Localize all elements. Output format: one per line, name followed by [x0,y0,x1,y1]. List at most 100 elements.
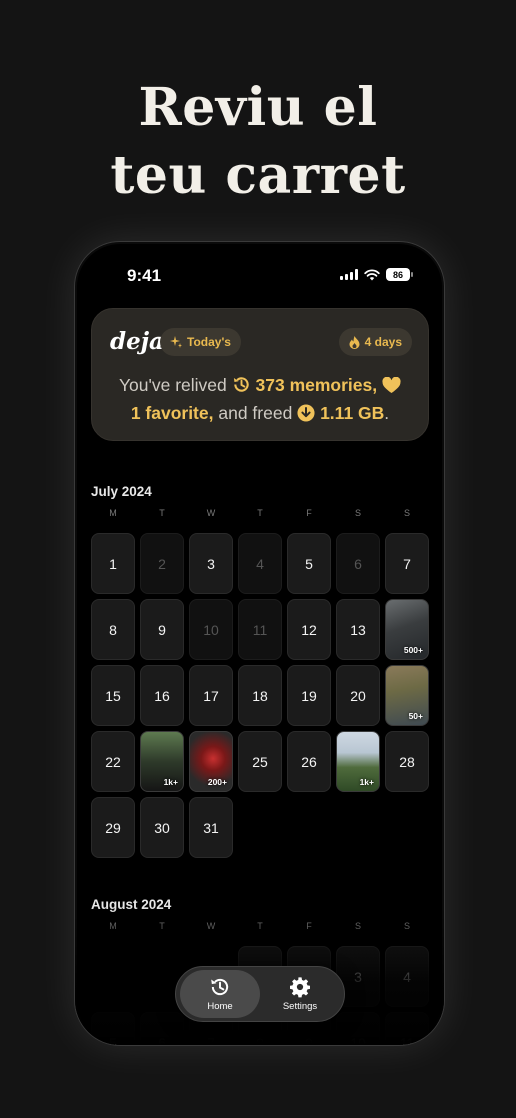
weekday-label: W [206,921,216,931]
calendar-day[interactable]: 15 [91,665,135,726]
calendar-day[interactable]: 11 [385,1012,429,1045]
day-number: 2 [158,555,166,572]
day-number: 26 [301,753,317,770]
download-icon [297,404,315,422]
calendar-day[interactable]: 19 [287,665,331,726]
weekday-label: S [403,508,410,518]
photo-count-badge: 500+ [403,645,423,655]
headline-line2: teu carret [110,145,406,206]
calendar-day[interactable]: 10 [336,1012,380,1046]
day-number: 8 [109,621,117,638]
calendar-day[interactable]: 1 [91,533,135,594]
history-icon [211,978,229,996]
tab-settings[interactable]: Settings [260,970,340,1018]
battery-icon: 86 [386,268,413,281]
calendar-day[interactable]: 22 [91,731,135,792]
streak-label: 4 days [364,335,402,349]
month-title-july: July 2024 [91,484,152,499]
calendar-day[interactable]: 6 [336,533,380,594]
day-number: 8 [256,1034,264,1046]
calendar-day[interactable]: 25 [238,731,282,792]
calendar-day[interactable]: 17 [189,665,233,726]
day-number: 3 [207,555,215,572]
tab-settings-label: Settings [282,1001,318,1012]
day-number: 10 [350,1034,366,1046]
calendar-day[interactable]: 26 [287,731,331,792]
calendar-day[interactable]: 7 [385,533,429,594]
tab-home[interactable]: Home [180,970,260,1018]
calendar-day[interactable]: 29 [91,797,135,858]
weekday-label: S [403,921,410,931]
day-number: 1 [109,555,117,572]
phone-frame: 9:41 86 deja Today's 4 days You've reliv… [74,241,445,1046]
weekday-label: T [257,508,263,518]
calendar-day[interactable]: 5 [287,533,331,594]
calendar-day[interactable]: 13 [336,599,380,660]
weekday-label: M [109,921,117,931]
calendar-day[interactable]: 28 [385,731,429,792]
calendar-day[interactable]: 5 [91,1012,135,1045]
month-title-august: August 2024 [91,897,172,912]
tab-home-label: Home [207,1001,233,1012]
stats-card[interactable]: deja Today's 4 days You've relived 373 m… [91,308,429,441]
day-number: 6 [354,555,362,572]
calendar-day[interactable]: 9 [140,599,184,660]
status-bar: 9:41 86 [75,242,444,302]
day-number: 4 [256,555,264,572]
status-icons: 86 [340,268,413,281]
calendar-day[interactable]: 2 [140,533,184,594]
day-number: 28 [399,753,415,770]
calendar-day[interactable]: 10 [189,599,233,660]
headline-line1: Reviu el [138,77,378,138]
streak-badge[interactable]: 4 days [338,328,412,356]
day-number: 30 [154,819,170,836]
day-number: 18 [252,687,268,704]
weekday-label: T [159,921,165,931]
freed-size: 1.11 GB [320,403,385,423]
day-number: 19 [301,687,317,704]
day-number: 20 [350,687,366,704]
calendar-day[interactable]: 4 [238,533,282,594]
calendar-day[interactable]: 3 [189,533,233,594]
day-number: 4 [403,968,411,985]
calendar-day-photo[interactable]: 500+ [385,599,429,660]
calendar-day[interactable]: 12 [287,599,331,660]
day-number: 6 [158,1034,166,1046]
calendar-day-photo[interactable]: 50+ [385,665,429,726]
stats-summary: You've relived 373 memories, 1 favorite,… [106,371,414,427]
weekday-label: T [159,508,165,518]
gear-icon [290,977,310,998]
calendar-day[interactable]: 20 [336,665,380,726]
flame-icon [349,335,360,349]
calendar-day[interactable]: 31 [189,797,233,858]
calendar-day[interactable]: 11 [238,599,282,660]
wifi-icon [364,268,380,280]
calendar-day[interactable]: 30 [140,797,184,858]
calendar-day-photo[interactable]: 1k+ [140,731,184,792]
day-number: 17 [203,687,219,704]
photo-count-badge: 200+ [207,777,227,787]
memories-count: 373 memories, [255,375,378,395]
day-number: 10 [203,621,219,638]
calendar-day[interactable]: 6 [140,1012,184,1046]
todays-button[interactable]: Today's [160,328,241,356]
photo-count-badge: 1k+ [359,777,374,787]
weekday-label: S [354,921,361,931]
calendar-day[interactable]: 8 [91,599,135,660]
calendar-day-photo[interactable]: 1k+ [336,731,380,792]
calendar-day[interactable]: 16 [140,665,184,726]
day-number: 11 [252,621,268,638]
weekday-label: F [306,921,312,931]
day-number: 9 [305,1034,313,1046]
calendar-day[interactable]: 18 [238,665,282,726]
day-number: 15 [105,687,121,704]
sparkle-icon [170,336,182,348]
day-number: 13 [350,621,366,638]
status-time: 9:41 [127,266,162,285]
calendar-day[interactable]: 4 [385,946,429,1007]
calendar-day-photo[interactable]: 200+ [189,731,233,792]
calendar-grid-july: 1 2 3 4 5 6 7 8 9 10 11 12 13 500+ 15 16 17 18 19 20 50+ 22 1k… [91,533,429,858]
history-icon [233,377,249,392]
weekday-label: T [257,921,263,931]
day-number: 29 [105,819,121,836]
